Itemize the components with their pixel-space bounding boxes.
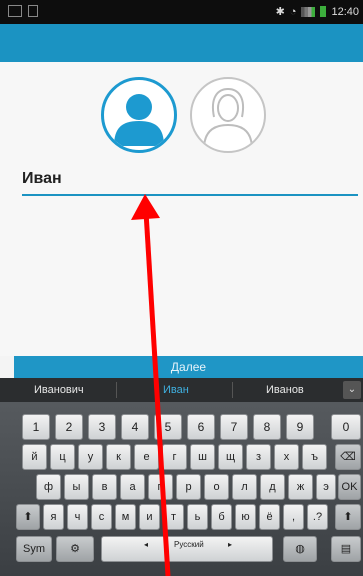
suggestion-bar: Иванович Иван Иванов ⌄: [0, 378, 363, 402]
suggestion-1[interactable]: Иванович: [34, 384, 84, 396]
key-8[interactable]: 8: [253, 414, 281, 440]
key-letter[interactable]: а: [120, 474, 145, 500]
key-letter[interactable]: з: [246, 444, 271, 470]
key-letter[interactable]: ё: [259, 504, 280, 530]
clipboard-icon[interactable]: ▤: [331, 536, 361, 562]
key-comma[interactable]: ,: [283, 504, 304, 530]
key-letter[interactable]: ц: [50, 444, 75, 470]
name-field[interactable]: [22, 168, 358, 196]
left-arrow-icon: ◂: [144, 540, 149, 549]
key-5[interactable]: 5: [154, 414, 182, 440]
status-bar: ✱ ◔ 12:40: [0, 0, 363, 24]
globe-icon[interactable]: ◍: [283, 536, 317, 562]
key-letter[interactable]: х: [274, 444, 299, 470]
suggestion-3[interactable]: Иванов: [266, 384, 304, 396]
keyboard-row-4: ⬆ я ч с м и т ь б ю ё , .? ⬆: [0, 504, 363, 532]
male-avatar-option[interactable]: [101, 77, 177, 153]
key-letter[interactable]: к: [106, 444, 131, 470]
key-letter[interactable]: е: [134, 444, 159, 470]
collapse-suggestions-icon[interactable]: ⌄: [343, 381, 361, 399]
status-time: 12:40: [331, 5, 359, 18]
key-letter[interactable]: г: [162, 444, 187, 470]
key-letter[interactable]: б: [211, 504, 232, 530]
battery-icon: [320, 6, 327, 17]
keyboard-row-3: ф ы в а п р о л д ж э OK: [0, 474, 363, 502]
right-arrow-icon: ▸: [228, 540, 233, 549]
key-letter[interactable]: и: [139, 504, 160, 530]
profile-form: [0, 62, 363, 356]
key-letter[interactable]: т: [163, 504, 184, 530]
key-letter[interactable]: ф: [36, 474, 61, 500]
key-letter[interactable]: ж: [288, 474, 313, 500]
key-letter[interactable]: ъ: [302, 444, 327, 470]
key-1[interactable]: 1: [22, 414, 50, 440]
notification-icons: [8, 5, 38, 17]
keyboard: Иванович Иван Иванов ⌄ 1 2 3 4 5 6 7 8 9…: [0, 378, 363, 576]
suggestion-divider: [116, 382, 117, 398]
app-bar: [0, 24, 363, 62]
screenshot-notification-icon: [8, 5, 22, 17]
key-letter[interactable]: ш: [190, 444, 215, 470]
key-letter[interactable]: с: [91, 504, 112, 530]
ok-key[interactable]: OK: [338, 474, 361, 500]
key-letter[interactable]: о: [204, 474, 229, 500]
key-period-question[interactable]: .?: [307, 504, 328, 530]
key-letter[interactable]: э: [316, 474, 336, 500]
language-label: Русский: [174, 540, 204, 549]
status-right: ✱ ◔ 12:40: [275, 5, 359, 19]
key-2[interactable]: 2: [55, 414, 83, 440]
key-letter[interactable]: п: [148, 474, 173, 500]
key-7[interactable]: 7: [220, 414, 248, 440]
key-letter[interactable]: ю: [235, 504, 256, 530]
key-letter[interactable]: ь: [187, 504, 208, 530]
key-letter[interactable]: ч: [67, 504, 88, 530]
key-letter[interactable]: у: [78, 444, 103, 470]
keyboard-row-numbers: 1 2 3 4 5 6 7 8 9 0: [0, 414, 363, 442]
keyboard-row-5: Sym ⚙ ◂ Русский ▸ ◍ ▤: [0, 536, 363, 564]
key-letter[interactable]: д: [260, 474, 285, 500]
key-letter[interactable]: в: [92, 474, 117, 500]
name-input[interactable]: [22, 168, 352, 190]
key-letter[interactable]: ы: [64, 474, 89, 500]
wifi-icon: ◔: [289, 5, 297, 18]
backspace-key[interactable]: ⌫: [335, 444, 361, 470]
key-0[interactable]: 0: [331, 414, 361, 440]
female-avatar-icon: [203, 87, 253, 150]
key-letter[interactable]: щ: [218, 444, 243, 470]
key-4[interactable]: 4: [121, 414, 149, 440]
key-letter[interactable]: я: [43, 504, 64, 530]
bluetooth-icon: ✱: [275, 6, 285, 18]
key-6[interactable]: 6: [187, 414, 215, 440]
key-letter[interactable]: л: [232, 474, 257, 500]
key-3[interactable]: 3: [88, 414, 116, 440]
female-avatar-option[interactable]: [190, 77, 266, 153]
key-9[interactable]: 9: [286, 414, 314, 440]
key-letter[interactable]: р: [176, 474, 201, 500]
key-letter[interactable]: м: [115, 504, 136, 530]
suggestion-2[interactable]: Иван: [163, 384, 189, 396]
notification-icon: [28, 5, 38, 17]
sym-key[interactable]: Sym: [16, 536, 52, 562]
space-key[interactable]: ◂ Русский ▸: [101, 536, 273, 562]
keyboard-row-2: й ц у к е г ш щ з х ъ ⌫: [0, 444, 363, 472]
shift-key[interactable]: ⬆: [16, 504, 40, 530]
settings-gear-icon[interactable]: ⚙: [56, 536, 94, 562]
male-avatar-icon: [114, 94, 164, 146]
next-button[interactable]: Далее: [14, 356, 363, 378]
key-letter[interactable]: й: [22, 444, 47, 470]
suggestion-divider: [232, 382, 233, 398]
shift-key-right[interactable]: ⬆: [335, 504, 361, 530]
signal-icon: [301, 6, 316, 17]
